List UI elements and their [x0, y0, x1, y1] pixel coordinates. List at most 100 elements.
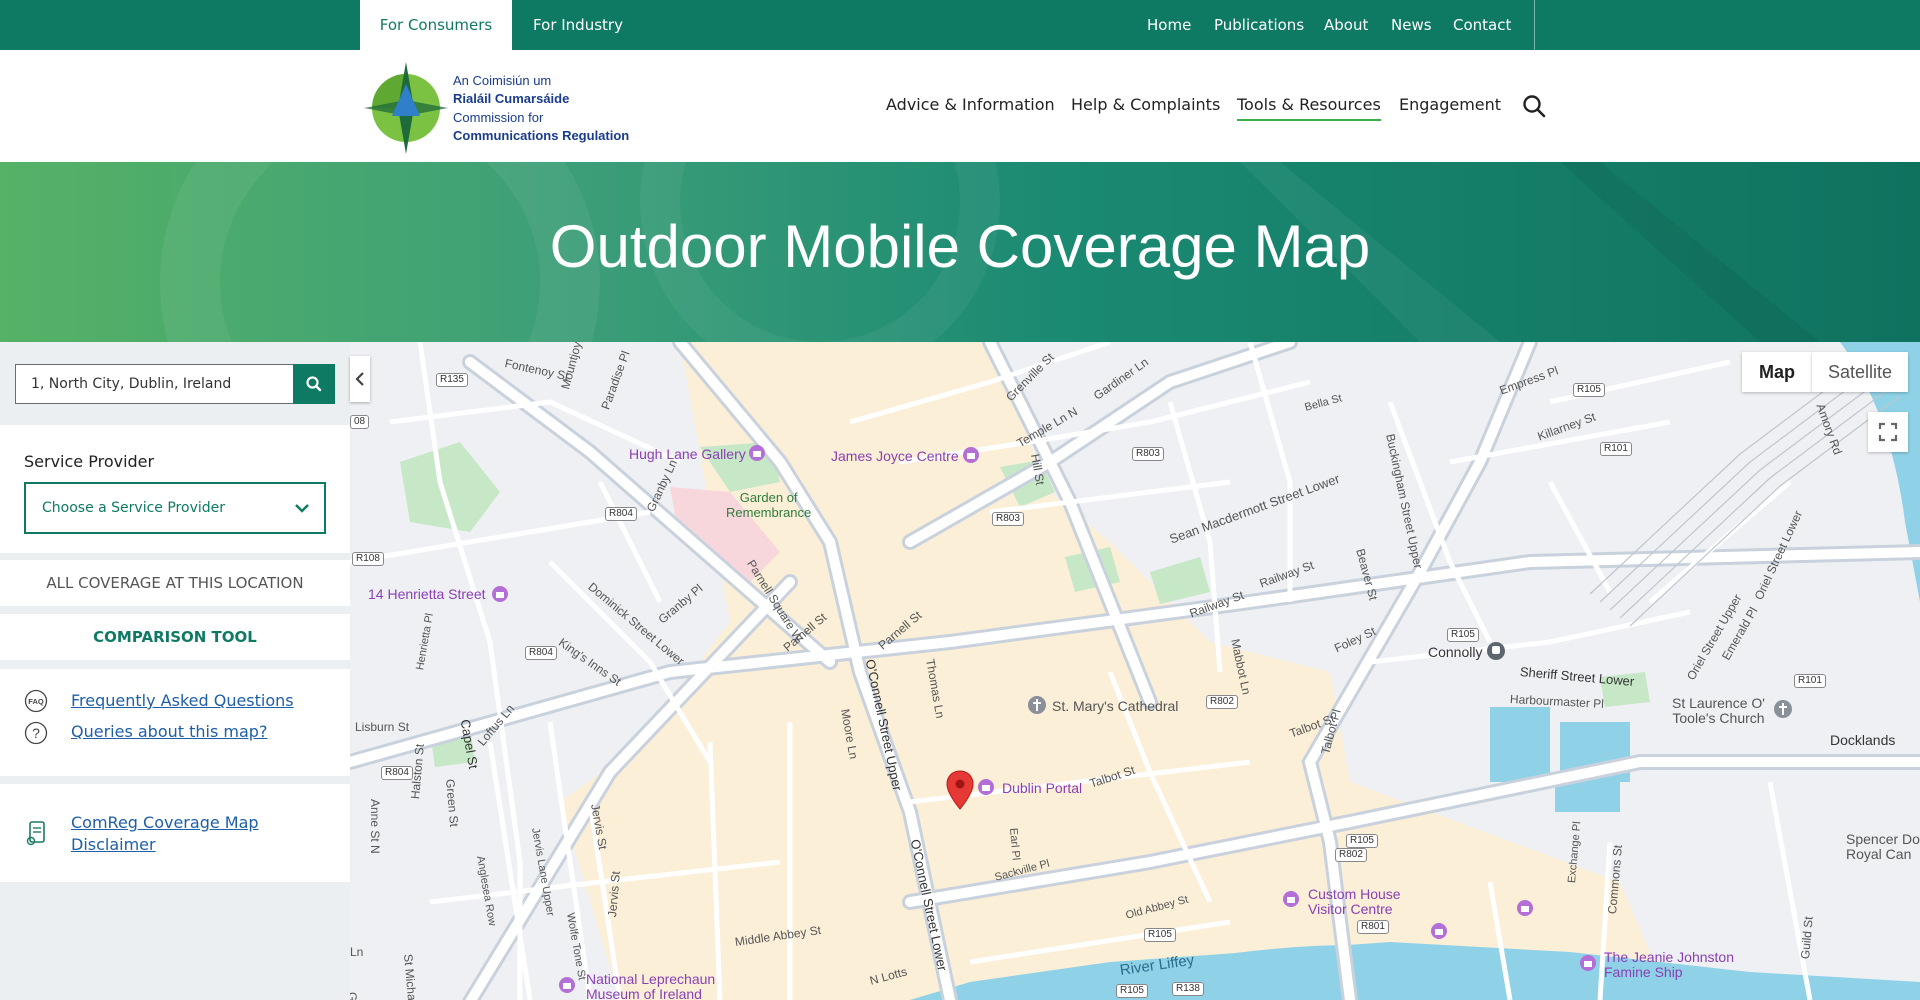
- route-shield: R138: [1172, 982, 1204, 996]
- disclaimer-line1: ComReg Coverage Map: [71, 813, 259, 832]
- poi-dublin-portal[interactable]: Dublin Portal: [1002, 780, 1082, 796]
- poi-jeanie-johnston[interactable]: The Jeanie Johnston Famine Ship: [1604, 950, 1734, 980]
- coverage-map[interactable]: Fontenoy St Mountjoy Paradise Pl Grenvil…: [350, 342, 1920, 1000]
- tab-for-consumers[interactable]: For Consumers: [360, 0, 512, 50]
- logo-line3: Commission for: [453, 110, 544, 125]
- poi-st-laurence-line2: Toole's Church: [1672, 710, 1765, 726]
- poi-connolly[interactable]: Connolly: [1428, 644, 1482, 660]
- question-icon: ?: [24, 721, 48, 745]
- disclaimer-link[interactable]: ComReg Coverage Map Disclaimer: [71, 812, 259, 856]
- service-provider-selected: Choose a Service Provider: [42, 500, 225, 516]
- route-shield: R135: [436, 373, 468, 387]
- poi-st-laurence-line1: St Laurence O': [1672, 695, 1765, 711]
- comreg-logo[interactable]: An Coimisiún um Rialáil Cumarsáide Commi…: [360, 58, 640, 158]
- nav-help-complaints[interactable]: Help & Complaints: [1071, 95, 1220, 114]
- poi-leprechaun-line1: National Leprechaun: [586, 971, 716, 987]
- map-type-satellite-button[interactable]: Satellite: [1812, 352, 1908, 392]
- poi-st-marys-cathedral[interactable]: St. Mary's Cathedral: [1052, 698, 1178, 714]
- nav-contact-link[interactable]: Contact: [1453, 0, 1511, 50]
- route-shield: R101: [1600, 442, 1632, 456]
- map-base-layer: [350, 342, 1920, 1000]
- comparison-tool-button[interactable]: COMPARISON TOOL: [0, 614, 350, 660]
- poi-docklands[interactable]: Docklands: [1830, 732, 1895, 748]
- museum-icon: [492, 586, 508, 602]
- logo-text: An Coimisiún um Rialáil Cumarsáide Commi…: [453, 72, 629, 145]
- service-provider-select[interactable]: Choose a Service Provider: [24, 482, 326, 534]
- route-shield: R802: [1206, 695, 1238, 709]
- museum-icon: [1580, 955, 1596, 971]
- poi-14-henrietta-street[interactable]: 14 Henrietta Street: [368, 586, 486, 602]
- poi-garden-line1: Garden of: [739, 490, 798, 505]
- location-search-button[interactable]: [293, 364, 335, 404]
- street-label: Ln: [350, 945, 364, 959]
- route-shield: R803: [992, 512, 1024, 526]
- disclaimer-icon: [26, 821, 45, 846]
- route-shield: R105: [1346, 834, 1378, 848]
- poi-hugh-lane-gallery[interactable]: Hugh Lane Gallery: [629, 446, 746, 462]
- route-shield: R804: [381, 766, 413, 780]
- street-label: Gr: [350, 991, 361, 1000]
- nav-home-link[interactable]: Home: [1147, 0, 1191, 50]
- street-label: Anne St N: [368, 799, 382, 854]
- map-sidebar: Service Provider Choose a Service Provid…: [0, 342, 350, 1000]
- map-type-map-button[interactable]: Map: [1742, 352, 1812, 392]
- search-icon: [306, 376, 322, 392]
- museum-icon: [749, 445, 765, 461]
- poi-james-joyce-centre[interactable]: James Joyce Centre: [831, 448, 959, 464]
- poi-custom-house-line1: Custom House: [1308, 886, 1401, 902]
- disclaimer-panel: ComReg Coverage Map Disclaimer: [0, 784, 350, 882]
- poi-st-laurence-church[interactable]: St Laurence O' Toole's Church: [1672, 696, 1765, 726]
- tab-for-industry[interactable]: For Industry: [512, 0, 644, 50]
- svg-text:?: ?: [32, 725, 40, 741]
- poi-garden-of-remembrance[interactable]: Garden of Remembrance: [726, 490, 811, 520]
- nav-engagement[interactable]: Engagement: [1399, 95, 1501, 114]
- fullscreen-button[interactable]: [1868, 412, 1908, 452]
- location-search-box: [15, 364, 295, 404]
- church-icon: [1028, 696, 1046, 714]
- location-pin-icon[interactable]: [946, 770, 974, 810]
- chevron-down-icon: [295, 504, 309, 513]
- logo-mark-icon: [364, 62, 448, 154]
- chevron-left-icon: [355, 372, 364, 386]
- service-provider-label: Service Provider: [24, 452, 155, 471]
- search-icon[interactable]: [1522, 94, 1546, 118]
- all-coverage-button[interactable]: ALL COVERAGE AT THIS LOCATION: [0, 560, 350, 606]
- logo-line4: Communications Regulation: [453, 128, 630, 143]
- logo-line2: Rialáil Cumarsáide: [453, 91, 570, 106]
- museum-icon: [963, 447, 979, 463]
- museum-icon: [1283, 891, 1299, 907]
- train-station-icon: [1487, 642, 1505, 660]
- collapse-sidebar-button[interactable]: [350, 356, 370, 402]
- nav-advice-information[interactable]: Advice & Information: [886, 95, 1055, 114]
- route-shield: 08: [350, 415, 370, 429]
- route-shield: R803: [1132, 447, 1164, 461]
- disclaimer-line2: Disclaimer: [71, 835, 156, 854]
- fullscreen-icon: [1878, 422, 1898, 442]
- nav-tools-resources[interactable]: Tools & Resources: [1237, 95, 1381, 121]
- poi-jeanie-line2: Famine Ship: [1604, 964, 1683, 980]
- route-shield: R105: [1144, 928, 1176, 942]
- museum-icon: [978, 779, 994, 795]
- utility-divider: [1534, 0, 1535, 50]
- location-search-input[interactable]: [16, 365, 241, 403]
- poi-spencer-dock[interactable]: Spencer Do Royal Can: [1846, 832, 1920, 862]
- hero-banner: Outdoor Mobile Coverage Map: [0, 162, 1920, 342]
- help-links-panel: FAQ Frequently Asked Questions ? Queries…: [0, 669, 350, 776]
- svg-text:FAQ: FAQ: [28, 697, 44, 706]
- poi-national-leprechaun-museum[interactable]: National Leprechaun Museum of Ireland: [586, 972, 715, 1000]
- route-shield: R108: [352, 552, 384, 566]
- nav-news-link[interactable]: News: [1391, 0, 1432, 50]
- service-provider-panel: Service Provider Choose a Service Provid…: [0, 425, 350, 553]
- route-shield: R105: [1447, 628, 1479, 642]
- nav-about-link[interactable]: About: [1324, 0, 1368, 50]
- poi-spencer-line1: Spencer Do: [1846, 831, 1920, 847]
- poi-jeanie-line1: The Jeanie Johnston: [1604, 949, 1734, 965]
- faq-link[interactable]: Frequently Asked Questions: [71, 691, 294, 710]
- route-shield: R105: [1573, 383, 1605, 397]
- route-shield: R804: [605, 507, 637, 521]
- poi-custom-house[interactable]: Custom House Visitor Centre: [1308, 887, 1401, 917]
- nav-publications-link[interactable]: Publications: [1214, 0, 1304, 50]
- museum-icon: [1517, 900, 1533, 916]
- queries-link[interactable]: Queries about this map?: [71, 722, 267, 741]
- route-shield: R802: [1335, 848, 1367, 862]
